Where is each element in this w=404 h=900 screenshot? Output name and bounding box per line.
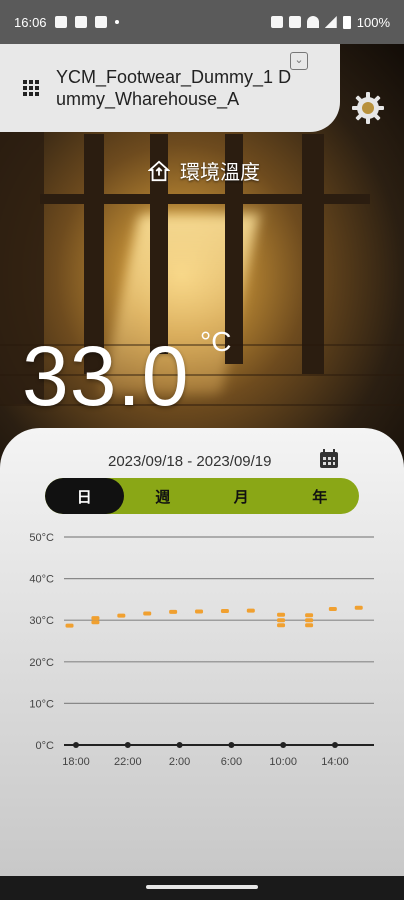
notification-icon: [74, 16, 87, 28]
header-card: YCM_Footwear_Dummy_1 Dummy_Wharehouse_A: [0, 44, 340, 132]
calendar-icon[interactable]: [318, 448, 340, 470]
y-tick-label: 20°C: [29, 657, 54, 669]
message-icon: [54, 16, 67, 28]
tab-year[interactable]: 年: [281, 478, 360, 514]
data-point: [354, 605, 363, 610]
data-point: [305, 623, 314, 628]
tab-month[interactable]: 月: [202, 478, 281, 514]
data-point: [305, 618, 314, 623]
vibrate-icon: [270, 16, 283, 28]
home-icon: [148, 160, 170, 181]
wifi-icon: [306, 16, 319, 28]
x-tick-mark: [228, 742, 235, 748]
x-tick-label: 14:00: [321, 756, 349, 768]
data-point: [169, 609, 178, 614]
hotspot-icon: [288, 16, 301, 28]
environment-label-text: 環境溫度: [180, 162, 260, 184]
data-point: [220, 609, 229, 614]
temperature-chart: 50°C 40°C 30°C 20°C 10°C 0°C 18:00 22:00 2:00 6:0…: [29, 532, 374, 768]
y-tick-label: 50°C: [29, 532, 54, 544]
y-tick-label: 40°C: [29, 574, 54, 586]
y-tick-label: 0°C: [36, 740, 55, 752]
data-point: [277, 623, 286, 628]
navigation-bar: [0, 876, 404, 900]
settings-gear-icon[interactable]: [350, 90, 386, 126]
bag-icon: [94, 16, 107, 28]
history-panel: 2023/09/18 - 2023/09/19 日 週 月 年 50°C 40°C…: [0, 428, 404, 876]
device-title: YCM_Footwear_Dummy_1 Dummy_Wharehouse_A: [56, 67, 292, 109]
y-tick-label: 30°C: [29, 615, 54, 627]
battery-percent: 100%: [356, 14, 390, 30]
environment-label: 環境溫度: [148, 156, 260, 185]
data-point: [277, 612, 286, 617]
x-tick-label: 10:00: [269, 756, 297, 768]
tab-day[interactable]: 日: [45, 478, 124, 514]
dot-icon: [114, 20, 119, 24]
data-point: [117, 613, 126, 618]
x-tick-mark: [332, 742, 338, 748]
data-point: [65, 623, 74, 628]
x-tick-label: 2:00: [169, 756, 190, 768]
date-range[interactable]: 2023/09/18 - 2023/09/19: [108, 453, 271, 470]
x-tick-label: 18:00: [62, 756, 90, 768]
x-tick-label: 22:00: [114, 756, 142, 768]
data-point: [305, 613, 314, 618]
x-tick-mark: [124, 742, 131, 748]
status-bar: 16:06 100%: [0, 0, 404, 44]
dropdown-chevron-icon[interactable]: ⌄: [290, 52, 308, 70]
x-tick-label: 6:00: [221, 756, 242, 768]
x-tick-mark: [280, 742, 287, 748]
data-point: [143, 611, 152, 616]
data-point: [195, 609, 204, 614]
data-point: [277, 618, 286, 623]
temperature-unit: °C: [200, 326, 232, 357]
tab-week[interactable]: 週: [124, 478, 203, 514]
home-gesture-bar[interactable]: [146, 885, 258, 889]
data-point: [246, 608, 255, 613]
data-point: [91, 620, 100, 625]
data-point: [91, 616, 100, 621]
battery-icon: [342, 15, 351, 29]
y-tick-label: 10°C: [29, 698, 54, 710]
signal-icon: [324, 16, 337, 28]
x-tick-mark: [176, 742, 183, 748]
status-time: 16:06: [14, 14, 47, 30]
temperature-value: 33.0: [22, 329, 190, 423]
menu-grid-icon[interactable]: [20, 77, 42, 99]
x-tick-mark: [73, 742, 79, 748]
period-tabs: 日 週 月 年: [45, 478, 359, 514]
data-point: [328, 606, 337, 611]
